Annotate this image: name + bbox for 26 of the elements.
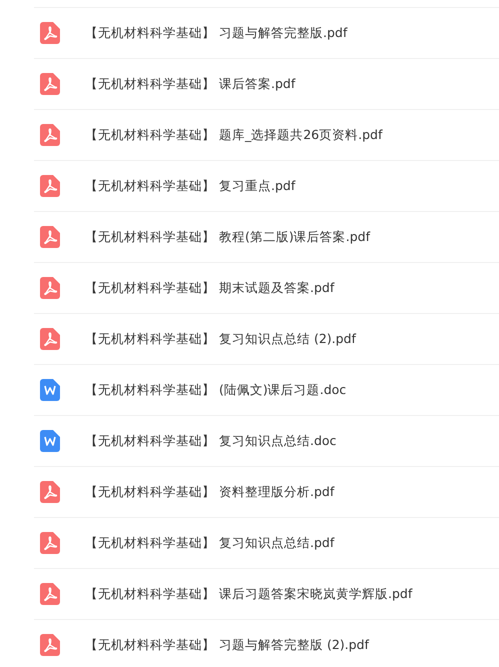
pdf-file-icon	[40, 634, 60, 656]
file-name[interactable]: 【无机材料科学基础】 教程(第二版)课后答案.pdf	[85, 228, 370, 246]
file-name[interactable]: 【无机材料科学基础】 复习知识点总结 (2).pdf	[85, 330, 356, 348]
file-name[interactable]: 【无机材料科学基础】 (陆佩文)课后习题.doc	[85, 380, 346, 400]
file-name[interactable]: 【无机材料科学基础】 习题与解答完整版.pdf	[85, 24, 348, 42]
pdf-file-icon	[40, 277, 60, 299]
file-name[interactable]: 【无机材料科学基础】 复习重点.pdf	[85, 176, 296, 196]
pdf-file-icon	[40, 481, 60, 503]
file-name[interactable]: 【无机材料科学基础】 课后习题答案宋晓岚黄学辉版.pdf	[85, 584, 412, 604]
pdf-file-icon	[40, 175, 60, 197]
pdf-file-icon	[40, 22, 60, 44]
word-file-icon	[40, 379, 60, 401]
file-name[interactable]: 【无机材料科学基础】 复习知识点总结.doc	[85, 432, 336, 450]
word-file-icon	[40, 430, 60, 452]
pdf-file-icon	[40, 226, 60, 248]
pdf-file-icon	[40, 532, 60, 554]
file-name[interactable]: 【无机材料科学基础】 资料整理版分析.pdf	[85, 482, 334, 502]
file-name[interactable]: 【无机材料科学基础】 题库_选择题共26页资料.pdf	[85, 126, 382, 144]
file-name[interactable]: 【无机材料科学基础】 复习知识点总结.pdf	[85, 534, 334, 552]
pdf-file-icon	[40, 124, 60, 146]
pdf-file-icon	[40, 583, 60, 605]
pdf-file-icon	[40, 328, 60, 350]
file-name[interactable]: 【无机材料科学基础】 习题与解答完整版 (2).pdf	[85, 636, 369, 654]
pdf-file-icon	[40, 73, 60, 95]
file-name[interactable]: 【无机材料科学基础】 课后答案.pdf	[85, 74, 296, 94]
file-name[interactable]: 【无机材料科学基础】 期末试题及答案.pdf	[85, 278, 334, 298]
